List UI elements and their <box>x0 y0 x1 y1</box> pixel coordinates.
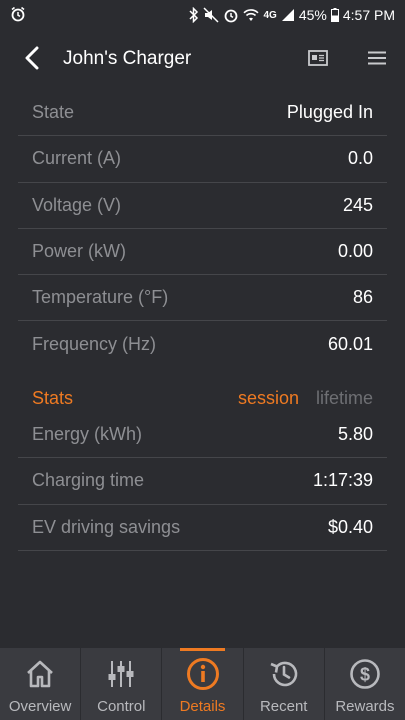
history-icon <box>266 656 302 692</box>
stats-value: 1:17:39 <box>312 470 373 491</box>
back-button[interactable] <box>18 46 46 74</box>
detail-value: Plugged In <box>286 102 373 123</box>
menu-button[interactable] <box>365 48 389 72</box>
stats-row-charging-time: Charging time 1:17:39 <box>18 458 387 505</box>
wifi-icon <box>243 8 260 22</box>
stats-label: Energy (kWh) <box>32 424 143 445</box>
detail-label: State <box>32 102 75 123</box>
detail-label: Temperature (°F) <box>32 287 169 308</box>
bluetooth-icon <box>189 7 199 23</box>
stats-header: Stats session lifetime <box>18 380 387 416</box>
details-list: State Plugged In Current (A) 0.0 Voltage… <box>18 90 387 368</box>
page-title: John's Charger <box>63 48 192 69</box>
detail-row-frequency: Frequency (Hz) 60.01 <box>18 321 387 367</box>
dollar-icon: $ <box>347 656 383 692</box>
nav-rewards[interactable]: $ Rewards <box>325 648 405 720</box>
nav-details[interactable]: Details <box>162 648 244 720</box>
nav-label: Details <box>179 698 226 715</box>
detail-label: Frequency (Hz) <box>32 334 157 355</box>
alarm-status-icon <box>223 7 239 23</box>
stats-value: $0.40 <box>327 516 373 537</box>
detail-row-voltage: Voltage (V) 245 <box>18 183 387 229</box>
hamburger-menu-icon <box>368 51 386 70</box>
nav-label: Control <box>97 698 146 715</box>
detail-label: Voltage (V) <box>32 194 122 215</box>
status-bar: 4G 45% 4:57 PM <box>0 0 405 30</box>
detail-value: 60.01 <box>327 334 373 355</box>
stats-label: Charging time <box>32 470 145 491</box>
nav-recent[interactable]: Recent <box>244 648 325 720</box>
stats-label: EV driving savings <box>32 516 181 537</box>
tab-lifetime[interactable]: lifetime <box>316 388 373 409</box>
signal-icon <box>281 8 295 22</box>
home-icon <box>22 656 58 692</box>
detail-label: Power (kW) <box>32 241 126 262</box>
mute-icon <box>203 7 220 23</box>
card-icon <box>308 49 328 71</box>
card-view-button[interactable] <box>305 48 331 72</box>
detail-value: 245 <box>342 194 373 215</box>
app-bar: John's Charger <box>0 30 405 90</box>
svg-text:$: $ <box>360 665 370 685</box>
nav-label: Overview <box>8 698 72 715</box>
detail-value: 86 <box>352 287 373 308</box>
detail-row-state: State Plugged In <box>18 90 387 137</box>
bottom-nav: Overview Control Details Recent $ Reward… <box>0 648 405 720</box>
stats-title: Stats <box>32 387 74 408</box>
detail-label: Current (A) <box>32 148 122 169</box>
nav-overview[interactable]: Overview <box>0 648 82 720</box>
tab-session[interactable]: session <box>238 388 299 409</box>
detail-row-power: Power (kW) 0.00 <box>18 229 387 276</box>
battery-icon <box>330 8 339 22</box>
nav-label: Recent <box>259 698 308 715</box>
sliders-icon <box>103 656 139 692</box>
clock: 4:57 PM <box>342 7 395 23</box>
nav-label: Rewards <box>335 698 395 715</box>
detail-value: 0.0 <box>347 148 373 169</box>
stats-row-energy: Energy (kWh) 5.80 <box>18 412 387 459</box>
battery-percent: 45% <box>298 7 327 23</box>
info-icon <box>185 656 221 692</box>
back-arrow-icon <box>24 46 40 75</box>
stats-row-savings: EV driving savings $0.40 <box>18 505 387 551</box>
network-type: 4G <box>263 9 277 21</box>
stats-value: 5.80 <box>337 424 373 445</box>
detail-row-current: Current (A) 0.0 <box>18 136 387 183</box>
detail-row-temperature: Temperature (°F) 86 <box>18 275 387 322</box>
stats-list: Energy (kWh) 5.80 Charging time 1:17:39 … <box>18 412 387 551</box>
alarm-icon <box>10 6 26 25</box>
nav-control[interactable]: Control <box>81 648 163 720</box>
detail-value: 0.00 <box>337 241 373 262</box>
